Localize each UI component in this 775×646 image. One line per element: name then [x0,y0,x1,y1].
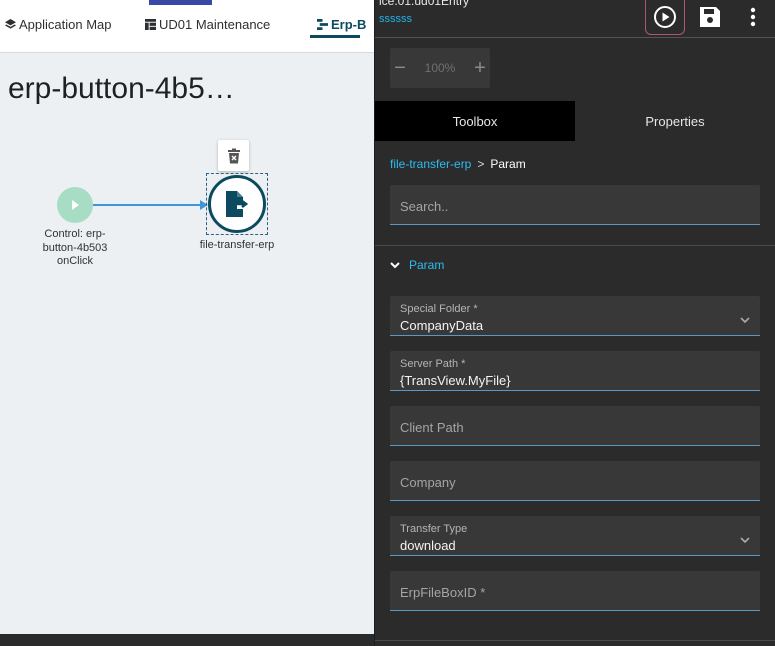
breadcrumb: file-transfer-erp > Param [390,157,526,171]
client-path-field[interactable]: Client Path [390,406,760,446]
field-placeholder: Company [400,475,456,490]
tab-ud01-maintenance[interactable]: UD01 Maintenance [144,12,270,36]
trigger-label-line: Control: erp- [44,228,106,240]
tab-properties[interactable]: Properties [575,101,775,141]
tab-label: Application Map [19,16,112,32]
more-vertical-icon [750,7,756,27]
breadcrumb-link[interactable]: file-transfer-erp [390,157,471,171]
field-placeholder: Client Path [400,420,464,435]
tab-bar-accent [149,0,212,5]
field-label: Special Folder * [400,303,478,315]
field-value: CompanyData [400,318,484,333]
field-value: {TransView.MyFile} [400,373,511,388]
trigger-label-line: button-4b503 [42,241,108,254]
special-folder-select[interactable]: Special Folder * CompanyData [390,296,760,336]
tab-application-map[interactable]: Application Map [4,12,112,36]
tab-label: UD01 Maintenance [159,16,271,32]
table-icon [144,18,156,30]
param-section-header[interactable]: Param [390,258,444,272]
trash-icon [227,148,240,163]
more-options-button[interactable] [737,0,769,34]
chevron-down-icon [740,311,750,329]
tab-toolbox[interactable]: Toolbox [375,101,575,141]
panel-tabs: Toolbox Properties [375,101,775,141]
event-subtitle[interactable]: ssssss [379,13,412,25]
canvas-title: erp-button-4b5… [8,72,235,105]
play-icon [72,200,79,210]
save-icon [700,7,720,27]
chevron-down-icon [740,531,750,549]
trigger-label-line: onClick [56,255,94,267]
properties-pane: ice.01.ud01Entry ssssss − 100% + Toolbox… [374,0,775,646]
zoom-control: − 100% + [390,48,490,88]
field-label: Transfer Type [400,523,468,535]
search-placeholder: Search.. [400,199,449,214]
pane-header: ice.01.ud01Entry ssssss [375,0,775,38]
erp-file-box-id-field[interactable]: ErpFileBoxID * [390,571,760,611]
delete-node-button[interactable] [218,140,249,171]
chevron-down-icon [390,261,400,269]
server-path-field[interactable]: Server Path * {TransView.MyFile} [390,351,760,391]
section-divider [375,245,775,246]
flow-graph: Control: erp- button-4b503 onClick file-… [0,130,374,350]
search-input[interactable]: Search.. [390,185,760,225]
erp-node-label: file-transfer-erp [199,239,275,251]
tab-erp-button[interactable]: Erp-B [316,12,366,36]
company-field[interactable]: Company [390,461,760,501]
trigger-node-label: Control: erp- button-4b503 onClick [30,228,120,269]
active-tab-indicator [310,35,360,38]
field-label: Server Path * [400,358,466,370]
zoom-out-button[interactable]: − [390,57,410,80]
transfer-type-select[interactable]: Transfer Type download [390,516,760,556]
bottom-strip [0,634,374,646]
field-placeholder: ErpFileBoxID * [400,585,486,600]
run-button[interactable] [645,0,685,35]
file-transfer-erp-node[interactable] [208,175,266,233]
tab-label: Erp-B [331,16,367,32]
breadcrumb-separator: > [477,157,485,171]
flow-designer-pane: Application Map UD01 Maintenance Erp-B e… [0,0,374,646]
flow-icon [316,18,328,30]
field-value: download [400,538,456,553]
layers-icon [4,18,16,30]
event-path: ice.01.ud01Entry [379,0,470,8]
save-button[interactable] [694,0,726,34]
trigger-node[interactable] [57,187,93,223]
zoom-in-button[interactable]: + [470,57,490,80]
zoom-level: 100% [424,61,456,75]
section-title: Param [409,258,445,272]
play-circle-icon [654,6,676,28]
file-export-icon [226,191,249,217]
document-tab-bar: Application Map UD01 Maintenance Erp-B [0,0,374,53]
breadcrumb-current: Param [490,157,526,171]
bottom-divider [375,640,775,641]
